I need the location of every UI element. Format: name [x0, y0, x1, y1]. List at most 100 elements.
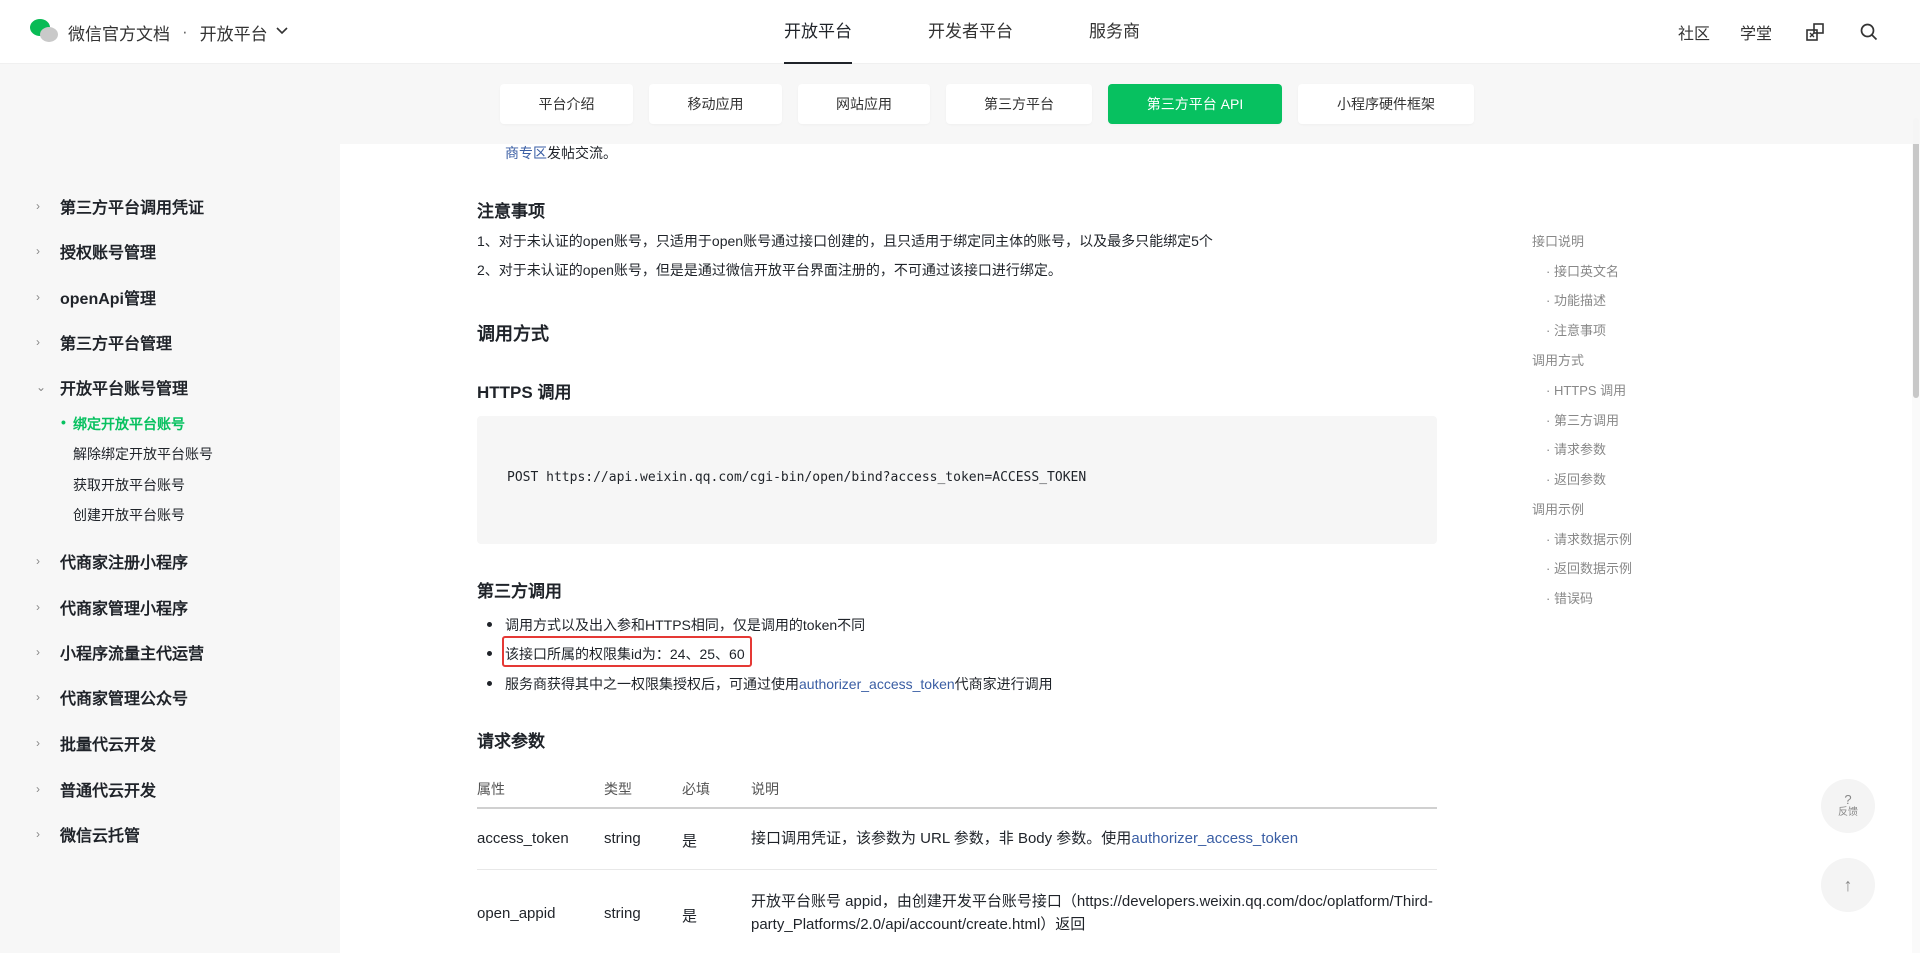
toc-item[interactable]: 第三方调用	[1546, 410, 1619, 429]
partial-link[interactable]: 商专区	[505, 145, 547, 161]
row2-name: open_appid	[477, 905, 556, 922]
toc-item[interactable]: 接口英文名	[1546, 261, 1619, 280]
row2-required: 是	[682, 908, 698, 925]
table-header-attr: 属性	[477, 781, 505, 797]
sidebar-sub-create-account[interactable]: 创建开放平台账号	[73, 505, 185, 525]
sidebar-sub-get-account[interactable]: 获取开放平台账号	[73, 475, 185, 495]
sidebar-item-label: 微信云托管	[60, 828, 141, 845]
chevron-right-icon: ›	[36, 736, 40, 750]
tab-mobile-app[interactable]: 移动应用	[649, 84, 782, 124]
bullet-3-text: 服务商获得其中之一权限集授权后，可通过使用	[505, 676, 799, 692]
toc-item[interactable]: 错误码	[1546, 588, 1593, 607]
note-1: 1、对于未认证的open账号，只适用于open账号通过接口创建的，且只适用于绑定…	[477, 233, 1213, 249]
brand-title: 微信官方文档	[68, 24, 170, 44]
bullet-3-suffix: 代商家进行调用	[954, 676, 1053, 692]
tab-third-party[interactable]: 第三方平台	[946, 84, 1092, 124]
chevron-right-icon: ›	[36, 290, 40, 304]
table-header-required: 必填	[682, 781, 710, 797]
chevron-down-icon[interactable]	[276, 24, 288, 38]
chevron-right-icon: ›	[36, 244, 40, 258]
params-heading: 请求参数	[477, 732, 545, 751]
sidebar-item-label: 授权账号管理	[60, 245, 157, 262]
sidebar-item-manage-miniprogram[interactable]: › 代商家管理小程序	[36, 595, 188, 619]
bullet-3: 服务商获得其中之一权限集授权后，可通过使用authorizer_access_t…	[487, 674, 1053, 694]
tab-platform-intro[interactable]: 平台介绍	[500, 84, 633, 124]
toc-item[interactable]: 请求参数	[1546, 439, 1606, 458]
chevron-right-icon: ›	[36, 600, 40, 614]
brand[interactable]: 微信官方文档 · 开放平台	[30, 19, 288, 45]
toc-item[interactable]: 调用示例	[1532, 499, 1584, 518]
row1-type: string	[604, 830, 641, 847]
back-to-top-button[interactable]: ↑	[1821, 858, 1875, 912]
sidebar-item-openapi[interactable]: › openApi管理	[36, 285, 156, 309]
tab-third-party-api[interactable]: 第三方平台 API	[1108, 84, 1282, 124]
call-heading: 调用方式	[477, 324, 549, 344]
bullet-1: 调用方式以及出入参和HTTPS相同，仅是调用的token不同	[486, 617, 866, 633]
sidebar-item-label: 第三方平台调用凭证	[60, 200, 205, 217]
toc-item[interactable]: 功能描述	[1546, 290, 1606, 309]
platform-switcher[interactable]: 开放平台	[200, 20, 268, 45]
scrollbar-thumb[interactable]	[1913, 118, 1919, 398]
sidebar-item-register-miniprogram[interactable]: › 代商家注册小程序	[36, 549, 188, 573]
authorizer-token-link[interactable]: authorizer_access_token	[799, 676, 955, 692]
sidebar-item-label: 批量代云开发	[60, 737, 157, 754]
search-icon[interactable]	[1858, 21, 1880, 43]
partial-text: 发帖交流。	[547, 145, 617, 161]
highlight-box	[502, 636, 752, 667]
chevron-right-icon: ›	[36, 690, 40, 704]
row2-type: string	[604, 905, 641, 922]
third-party-heading: 第三方调用	[477, 582, 562, 601]
sidebar-item-credentials[interactable]: › 第三方平台调用凭证	[36, 194, 204, 218]
sidebar-item-label: 代商家管理小程序	[60, 601, 189, 618]
wechat-logo-icon	[30, 19, 60, 45]
sidebar-item-third-party-mgmt[interactable]: › 第三方平台管理	[36, 330, 172, 354]
toc-item[interactable]: HTTPS 调用	[1546, 380, 1626, 399]
nav-open-platform[interactable]: 开放平台	[784, 0, 852, 64]
tab-miniprogram-hardware[interactable]: 小程序硬件框架	[1298, 84, 1474, 124]
toc-item[interactable]: 注意事项	[1546, 320, 1606, 339]
chevron-right-icon: ›	[36, 782, 40, 796]
toc-item[interactable]: 接口说明	[1532, 231, 1584, 250]
table-header-type: 类型	[604, 781, 632, 797]
sidebar-item-open-account-mgmt[interactable]: ⌄ 开放平台账号管理	[36, 375, 188, 399]
community-link[interactable]: 社区	[1678, 20, 1710, 44]
question-icon: ?	[1844, 792, 1852, 807]
sidebar-item-label: openApi管理	[60, 291, 156, 308]
sidebar-sub-bind-account[interactable]: 绑定开放平台账号	[61, 414, 185, 434]
row2-desc-line2: party_Platforms/2.0/api/account/create.h…	[751, 916, 1086, 933]
code-block: POST https://api.weixin.qq.com/cgi-bin/o…	[477, 416, 1437, 544]
toc-item[interactable]: 请求数据示例	[1546, 529, 1632, 548]
subnav-tabs: 平台介绍 移动应用 网站应用 第三方平台 第三方平台 API 小程序硬件框架	[500, 84, 1490, 124]
sidebar-item-traffic-ops[interactable]: › 小程序流量主代运营	[36, 640, 204, 664]
sidebar-item-label: 代商家管理公众号	[60, 691, 189, 708]
cube-swap-icon[interactable]	[1804, 21, 1826, 43]
sidebar-item-cloud-hosting[interactable]: › 微信云托管	[36, 822, 140, 846]
row1-desc-link[interactable]: authorizer_access_token	[1131, 830, 1298, 847]
chevron-down-icon: ⌄	[36, 380, 47, 394]
sidebar-sub-unbind-account[interactable]: 解除绑定开放平台账号	[73, 444, 213, 464]
https-heading: HTTPS 调用	[477, 383, 572, 402]
sidebar-item-auth-accounts[interactable]: › 授权账号管理	[36, 239, 156, 263]
nav-service-provider[interactable]: 服务商	[1089, 0, 1140, 64]
note-2: 2、对于未认证的open账号，但是是通过微信开放平台界面注册的，不可通过该接口进…	[477, 262, 1062, 278]
feedback-button[interactable]: ? 反馈	[1821, 779, 1875, 833]
sidebar-item-label: 小程序流量主代运营	[60, 646, 205, 663]
nav-developer-platform[interactable]: 开发者平台	[928, 0, 1013, 64]
academy-link[interactable]: 学堂	[1740, 20, 1772, 44]
tab-website-app[interactable]: 网站应用	[798, 84, 930, 124]
chevron-right-icon: ›	[36, 335, 40, 349]
row2-desc-line1: 开放平台账号 appid，由创建开发平台账号接口（https://develop…	[751, 893, 1433, 910]
table-header-divider	[477, 807, 1437, 809]
arrow-up-icon: ↑	[1843, 874, 1853, 895]
toc-item[interactable]: 调用方式	[1532, 350, 1584, 369]
sidebar-item-label: 普通代云开发	[60, 783, 157, 800]
sidebar-item-manage-oa[interactable]: › 代商家管理公众号	[36, 685, 188, 709]
feedback-label: 反馈	[1838, 807, 1858, 818]
sidebar-item-batch-cloud[interactable]: › 批量代云开发	[36, 731, 156, 755]
toc-item[interactable]: 返回数据示例	[1546, 558, 1632, 577]
row1-desc-text: 接口调用凭证，该参数为 URL 参数，非 Body 参数。使用	[751, 830, 1132, 847]
table-header-desc: 说明	[751, 781, 779, 797]
sidebar-item-normal-cloud[interactable]: › 普通代云开发	[36, 777, 156, 801]
toc-item[interactable]: 返回参数	[1546, 469, 1606, 488]
chevron-right-icon: ›	[36, 554, 40, 568]
